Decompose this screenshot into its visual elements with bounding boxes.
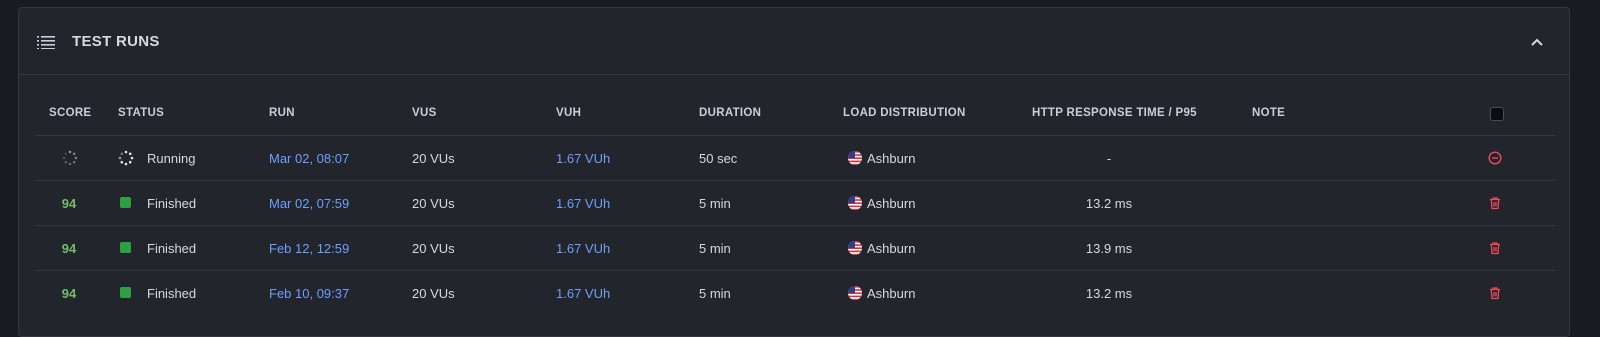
vuh-link[interactable]: 1.67 VUh (556, 151, 610, 166)
column-http-response[interactable]: HTTP RESPONSE TIME / P95 (1032, 107, 1197, 119)
us-flag-icon (848, 196, 862, 210)
trash-icon[interactable] (1488, 286, 1502, 300)
vus-value: 20 VUs (412, 241, 455, 256)
table-row[interactable]: 94 Finished Feb 12, 12:59 20 VUs 1.67 VU… (35, 226, 1555, 271)
spinner-icon (62, 150, 78, 166)
run-link[interactable]: Mar 02, 07:59 (269, 196, 349, 211)
panel-title: TEST RUNS (72, 33, 160, 50)
table-header: SCORE STATUS RUN VUS VUH DURATION LOAD D… (35, 92, 1555, 136)
http-p95-value: 13.2 ms (1085, 196, 1133, 211)
stop-circle-icon[interactable] (1488, 151, 1502, 165)
vus-value: 20 VUs (412, 151, 455, 166)
column-vuh[interactable]: VUH (556, 107, 581, 119)
column-note[interactable]: NOTE (1252, 107, 1285, 119)
us-flag-icon (848, 286, 862, 300)
location-value: Ashburn (867, 151, 916, 166)
duration-value: 5 min (699, 241, 731, 256)
status-label: Finished (147, 286, 197, 301)
vuh-link[interactable]: 1.67 VUh (556, 241, 610, 256)
us-flag-icon (848, 241, 862, 255)
http-p95-value: 13.2 ms (1085, 286, 1133, 301)
duration-value: 5 min (699, 196, 731, 211)
vus-value: 20 VUs (412, 196, 455, 211)
status-label: Running (147, 151, 196, 166)
run-link[interactable]: Feb 10, 09:37 (269, 286, 349, 301)
panel-header[interactable]: TEST RUNS (19, 8, 1569, 75)
test-runs-panel: TEST RUNS SCORE STATUS RUN VUS VUH DURAT… (18, 7, 1570, 337)
trash-icon[interactable] (1488, 241, 1502, 255)
vuh-link[interactable]: 1.67 VUh (556, 196, 610, 211)
select-all-checkbox[interactable] (1490, 107, 1504, 121)
column-score[interactable]: SCORE (49, 107, 91, 119)
vuh-link[interactable]: 1.67 VUh (556, 286, 610, 301)
column-vus[interactable]: VUS (412, 107, 437, 119)
test-runs-table: SCORE STATUS RUN VUS VUH DURATION LOAD D… (35, 92, 1555, 316)
column-status[interactable]: STATUS (118, 107, 164, 119)
duration-value: 50 sec (699, 151, 738, 166)
column-duration[interactable]: DURATION (699, 107, 761, 119)
location-value: Ashburn (867, 196, 916, 211)
score-value: 94 (61, 286, 77, 301)
status-square-icon (120, 287, 132, 299)
location-value: Ashburn (867, 286, 916, 301)
run-link[interactable]: Feb 12, 12:59 (269, 241, 349, 256)
table-row[interactable]: 94 Finished Mar 02, 07:59 20 VUs 1.67 VU… (35, 181, 1555, 226)
collapse-button[interactable] (1527, 32, 1547, 52)
column-run[interactable]: RUN (269, 107, 295, 119)
trash-icon[interactable] (1488, 196, 1502, 210)
list-icon (37, 36, 55, 49)
us-flag-icon (848, 151, 862, 165)
vus-value: 20 VUs (412, 286, 455, 301)
table-row[interactable]: 94 Finished Feb 10, 09:37 20 VUs 1.67 VU… (35, 271, 1555, 316)
http-p95-value: - (1106, 151, 1112, 166)
score-value: 94 (61, 196, 77, 211)
chevron-up-icon (1531, 38, 1543, 46)
status-label: Finished (147, 196, 197, 211)
spinner-icon (118, 150, 134, 166)
score-value: 94 (61, 241, 77, 256)
run-link[interactable]: Mar 02, 08:07 (269, 151, 349, 166)
table-row[interactable]: Running Mar 02, 08:07 20 VUs 1.67 VUh 50… (35, 136, 1555, 181)
status-square-icon (120, 242, 132, 254)
status-label: Finished (147, 241, 197, 256)
status-square-icon (120, 197, 132, 209)
column-load-distribution[interactable]: LOAD DISTRIBUTION (843, 107, 966, 119)
http-p95-value: 13.9 ms (1085, 241, 1133, 256)
location-value: Ashburn (867, 241, 916, 256)
duration-value: 5 min (699, 286, 731, 301)
